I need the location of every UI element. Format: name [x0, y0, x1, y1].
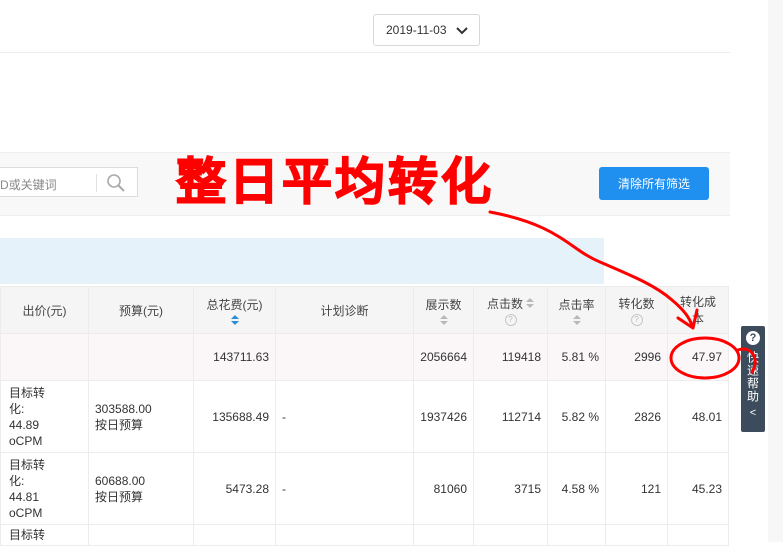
summary-impressions: 2056664 — [413, 333, 474, 381]
summary-cost-per-conversion: 47.97 — [667, 333, 729, 381]
summary-conversions: 2996 — [605, 333, 668, 381]
cost-per-conversion-cell: 48.01 — [667, 380, 729, 453]
help-icon[interactable]: ? — [504, 313, 517, 326]
sort-icon[interactable] — [230, 314, 239, 325]
search-divider — [96, 174, 97, 192]
column-header-spend[interactable]: 总花费(元) — [193, 286, 276, 334]
column-header-cost-per-conversion[interactable]: 转化成 本 — [667, 286, 729, 334]
search-icon[interactable] — [106, 173, 126, 193]
scroll-track[interactable] — [768, 0, 783, 542]
summary-spend: 143711.63 — [193, 333, 276, 381]
collapse-arrow-icon[interactable]: < — [750, 407, 756, 419]
info-band — [0, 238, 604, 284]
bid-cell: 目标转 化: 44.81 oCPM — [0, 452, 89, 525]
spend-cell: 135688.49 — [193, 380, 276, 453]
column-header-budget[interactable]: 预算(元) — [88, 286, 194, 334]
budget-cell: 303588.00 按日预算 — [88, 380, 194, 453]
summary-clicks: 119418 — [473, 333, 548, 381]
cell — [88, 524, 194, 546]
impressions-cell: 81060 — [413, 452, 474, 525]
clicks-cell: 3715 — [473, 452, 548, 525]
column-header-ctr[interactable]: 点击率 — [547, 286, 606, 334]
summary-row: 143711.63 2056664 119418 5.81 % 2996 47.… — [0, 333, 729, 381]
table-header-row: 出价(元) 预算(元) 总花费(元) 计划诊断 展示数 点击数 ? 点击率 转化… — [0, 286, 729, 334]
impressions-cell: 1937426 — [413, 380, 474, 453]
ctr-cell: 4.58 % — [547, 452, 606, 525]
quick-help-label: 快速帮助 — [745, 351, 760, 403]
chevron-down-icon — [456, 27, 468, 35]
date-picker[interactable]: 2019-11-03 — [373, 14, 480, 46]
quick-help-widget[interactable]: ? 快速帮助 < — [741, 326, 765, 432]
sort-icon[interactable] — [526, 298, 534, 308]
cell — [413, 524, 474, 546]
cell — [0, 333, 89, 381]
diagnosis-cell: - — [275, 380, 414, 453]
sort-icon[interactable] — [572, 314, 581, 325]
column-header-impressions[interactable]: 展示数 — [413, 286, 474, 334]
search-input[interactable]: D或关键词 — [0, 167, 138, 197]
conversions-cell: 121 — [605, 452, 668, 525]
question-icon: ? — [746, 331, 760, 345]
sort-icon[interactable] — [439, 314, 448, 325]
cost-per-conversion-cell: 45.23 — [667, 452, 729, 525]
table-row[interactable]: 目标转 — [0, 524, 729, 546]
annotation-text: 整日平均转化 — [175, 152, 494, 212]
ctr-cell: 5.82 % — [547, 380, 606, 453]
cell — [88, 333, 194, 381]
column-header-bid[interactable]: 出价(元) — [0, 286, 89, 334]
bid-cell: 目标转 — [0, 524, 89, 546]
spend-cell: 5473.28 — [193, 452, 276, 525]
clicks-cell: 112714 — [473, 380, 548, 453]
cell — [667, 524, 729, 546]
cell — [473, 524, 548, 546]
column-header-clicks[interactable]: 点击数 ? — [473, 286, 548, 334]
clear-filters-button[interactable]: 清除所有筛选 — [599, 167, 709, 200]
cell — [193, 524, 276, 546]
search-placeholder: D或关键词 — [0, 178, 57, 192]
conversions-cell: 2826 — [605, 380, 668, 453]
table-row[interactable]: 目标转 化: 44.89 oCPM 303588.00 按日预算 135688.… — [0, 380, 729, 453]
date-value: 2019-11-03 — [386, 23, 447, 37]
cell — [275, 524, 414, 546]
diagnosis-cell: - — [275, 452, 414, 525]
cell — [547, 524, 606, 546]
cell — [605, 524, 668, 546]
cell — [275, 333, 414, 381]
header-divider — [0, 52, 730, 53]
budget-cell: 60688.00 按日预算 — [88, 452, 194, 525]
help-icon[interactable]: ? — [630, 313, 643, 326]
table-row[interactable]: 目标转 化: 44.81 oCPM 60688.00 按日预算 5473.28 … — [0, 452, 729, 525]
column-header-conversions[interactable]: 转化数 ? — [605, 286, 668, 334]
bid-cell: 目标转 化: 44.89 oCPM — [0, 380, 89, 453]
campaign-table: 出价(元) 预算(元) 总花费(元) 计划诊断 展示数 点击数 ? 点击率 转化… — [0, 286, 729, 546]
summary-ctr: 5.81 % — [547, 333, 606, 381]
column-header-diagnosis: 计划诊断 — [275, 286, 414, 334]
